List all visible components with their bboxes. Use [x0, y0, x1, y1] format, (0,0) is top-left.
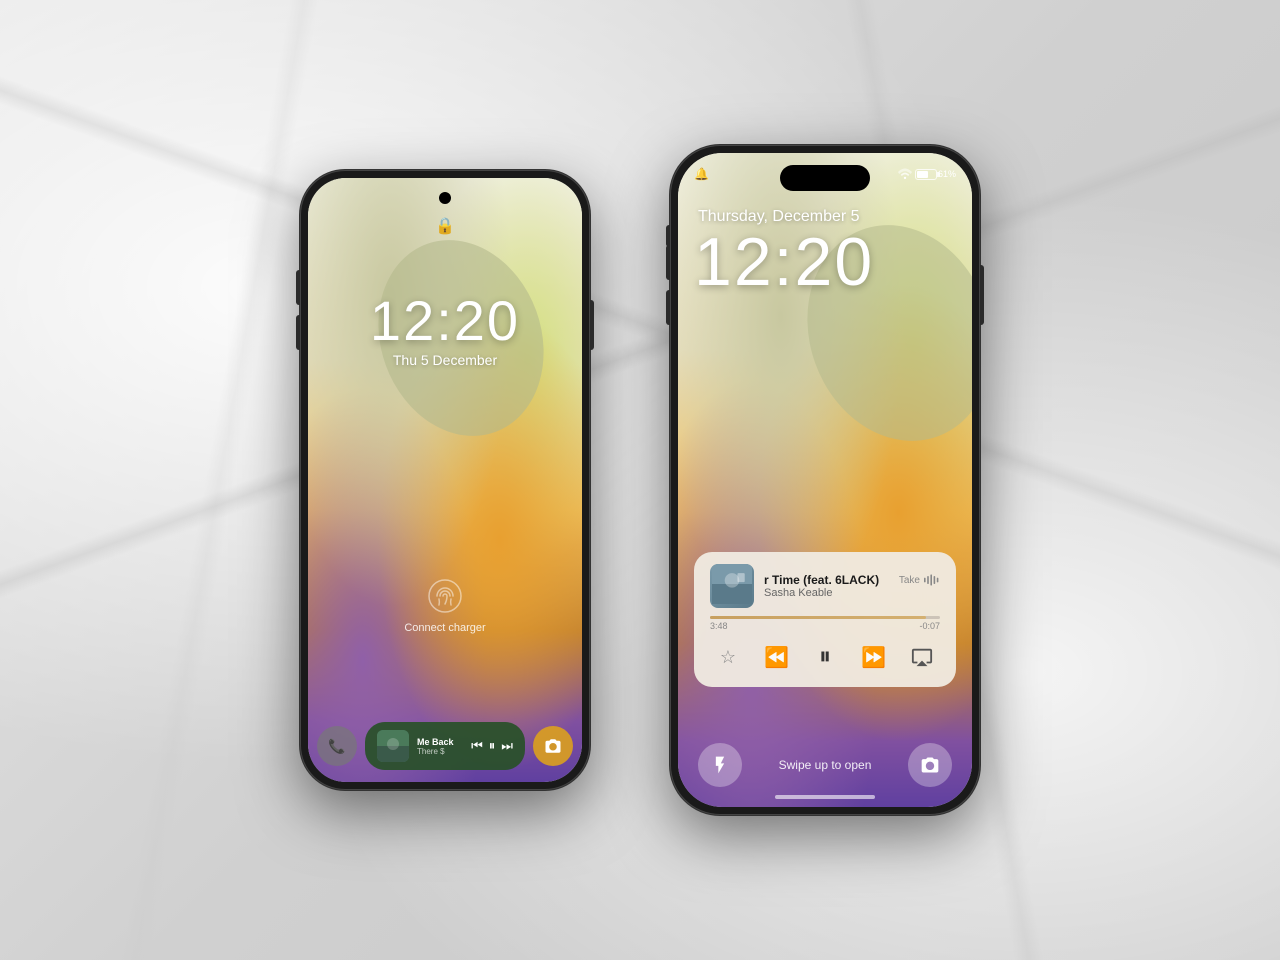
- iphone-album-art: [710, 564, 754, 608]
- iphone-song-title: r Time (feat. 6LACK): [764, 573, 879, 587]
- music-play-pause-button[interactable]: ⏸: [807, 639, 843, 675]
- android-song-subtitle: There $: [417, 747, 463, 756]
- android-next-button[interactable]: ⏭: [501, 738, 513, 754]
- iphone-torch-button[interactable]: [698, 743, 742, 787]
- music-airplay-button[interactable]: [904, 639, 940, 675]
- music-player-top: r Time (feat. 6LACK) Take: [710, 564, 940, 608]
- fingerprint-icon[interactable]: [427, 578, 463, 614]
- android-vol-up-btn[interactable]: [296, 270, 300, 305]
- iphone-swipe-text: Swipe up to open: [779, 758, 872, 772]
- iphone-vol-up-btn[interactable]: [666, 245, 670, 280]
- android-time: 12:20: [308, 288, 582, 353]
- android-bottom-bar: 📞 Me Back There $ ⏮: [317, 722, 573, 770]
- iphone-song-label: Take: [899, 574, 940, 586]
- iphone-song-artist: Sasha Keable: [764, 587, 940, 599]
- iphone-status-right: 61%: [898, 168, 956, 180]
- iphone-screen: 🔔 61%: [678, 153, 972, 807]
- iphone-time: 12:20: [694, 223, 874, 301]
- time-remaining: -0:07: [919, 621, 940, 631]
- android-phone: 🔒 12:20 Thu 5 December Connect charger 📞: [300, 170, 590, 790]
- android-album-art: [377, 730, 409, 762]
- android-prev-button[interactable]: ⏮: [471, 738, 483, 754]
- music-progress-bar[interactable]: 3:48 -0:07: [710, 616, 940, 631]
- progress-times: 3:48 -0:07: [710, 621, 940, 631]
- iphone-power-btn[interactable]: [980, 265, 984, 325]
- music-info: r Time (feat. 6LACK) Take: [764, 573, 940, 599]
- iphone-vol-down-btn[interactable]: [666, 290, 670, 325]
- android-song-title: Me Back: [417, 737, 463, 747]
- iphone-camera-button[interactable]: [908, 743, 952, 787]
- android-vol-down-btn[interactable]: [296, 315, 300, 350]
- iphone-home-indicator[interactable]: [775, 795, 875, 799]
- iphone-status-left: 🔔: [694, 167, 709, 181]
- android-camera-button[interactable]: [533, 726, 573, 766]
- phones-container: 🔒 12:20 Thu 5 December Connect charger 📞: [50, 30, 1230, 930]
- iphone-battery-icon: 61%: [915, 169, 956, 180]
- time-elapsed: 3:48: [710, 621, 728, 631]
- dynamic-island: [780, 165, 870, 191]
- progress-fill: [710, 616, 926, 619]
- android-lock-icon: 🔒: [435, 216, 455, 236]
- android-screen: 🔒 12:20 Thu 5 December Connect charger 📞: [308, 178, 582, 782]
- music-waveform-icon: [924, 574, 940, 586]
- android-date: Thu 5 December: [308, 352, 582, 368]
- iphone-bell-icon: 🔔: [694, 167, 709, 181]
- iphone-bottom-bar: Swipe up to open: [678, 743, 972, 787]
- iphone-music-player[interactable]: r Time (feat. 6LACK) Take: [694, 552, 956, 687]
- iphone-mute-switch[interactable]: [666, 225, 670, 247]
- android-play-pause-button[interactable]: ⏸: [489, 738, 496, 754]
- connect-charger-text: Connect charger: [308, 622, 582, 634]
- android-phone-button[interactable]: 📞: [317, 726, 357, 766]
- android-power-btn[interactable]: [590, 300, 594, 350]
- iphone-wifi-icon: [898, 168, 912, 180]
- android-punchhole-camera: [439, 192, 451, 204]
- iphone: 🔔 61%: [670, 145, 980, 815]
- music-rewind-button[interactable]: ⏪: [759, 639, 795, 675]
- music-fast-forward-button[interactable]: ⏩: [856, 639, 892, 675]
- music-controls: ☆ ⏪ ⏸ ⏩: [710, 639, 940, 675]
- android-music-controls: ⏮ ⏸ ⏭: [471, 738, 513, 754]
- music-favorite-button[interactable]: ☆: [710, 639, 746, 675]
- android-music-widget[interactable]: Me Back There $ ⏮ ⏸ ⏭: [365, 722, 525, 770]
